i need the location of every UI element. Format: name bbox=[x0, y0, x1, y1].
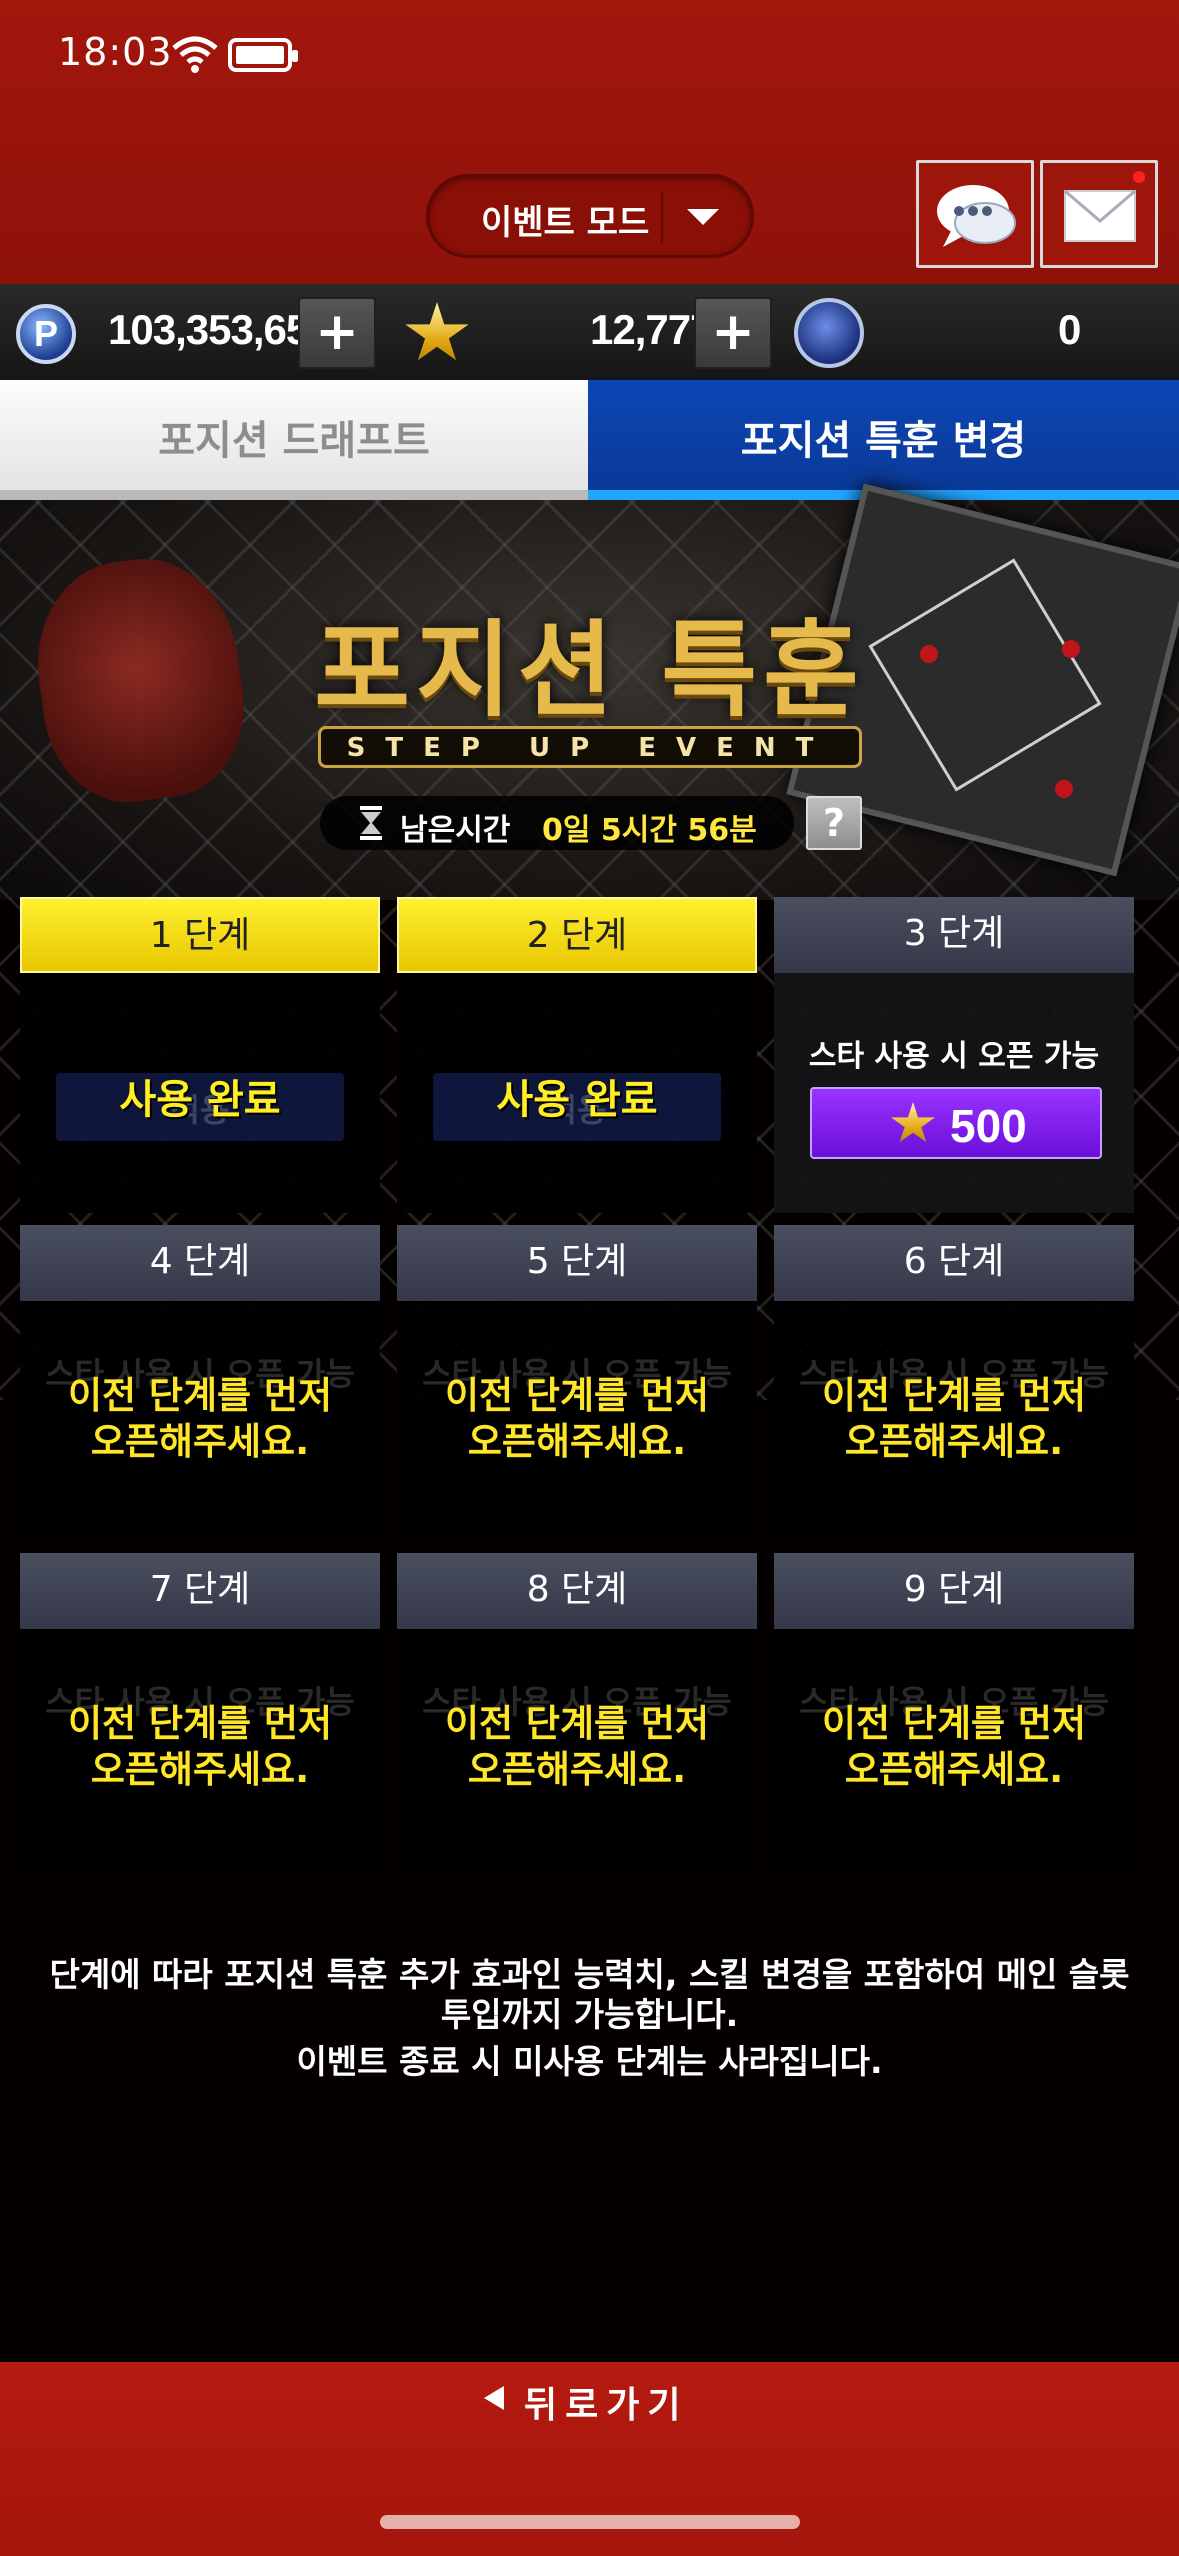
tab-label: 포지션 드래프트 bbox=[158, 418, 430, 464]
mode-divider bbox=[661, 191, 663, 243]
wifi-icon bbox=[172, 36, 218, 73]
step-label: 3 단계 bbox=[774, 897, 1134, 973]
star-icon bbox=[890, 1102, 936, 1143]
step-card-3: 3 단계 스타 사용 시 오픈 가능 500 bbox=[774, 897, 1134, 1213]
notification-dot bbox=[1133, 171, 1145, 183]
back-button[interactable]: 뒤로가기 bbox=[484, 2372, 694, 2428]
step-card-8: 8 단계 스타 사용 시 오픈 가능 이전 단계를 먼저 오픈해주세요. bbox=[397, 1553, 757, 1869]
event-title: 포지션 특훈 bbox=[314, 609, 865, 731]
board-marker bbox=[1055, 780, 1073, 798]
step-label: 5 단계 bbox=[397, 1225, 757, 1301]
chevron-down-icon[interactable] bbox=[687, 209, 719, 225]
step-card-5: 5 단계 스타 사용 시 오픈 가능 이전 단계를 먼저 오픈해주세요. bbox=[397, 1225, 757, 1541]
chat-bubble-icon bbox=[937, 185, 1016, 247]
battery-icon bbox=[228, 38, 298, 72]
tab-label: 포지션 특훈 변경 bbox=[740, 418, 1027, 464]
locked-message: 이전 단계를 먼저 오픈해주세요. bbox=[444, 1702, 710, 1791]
step-label: 6 단계 bbox=[774, 1225, 1134, 1301]
team-token-balance: 0 bbox=[1058, 306, 1081, 353]
step-label: 7 단계 bbox=[20, 1553, 380, 1629]
event-subtitle: STEP UP EVENT bbox=[346, 733, 834, 763]
locked-message: 이전 단계를 먼저 오픈해주세요. bbox=[821, 1702, 1087, 1791]
envelope-icon bbox=[1064, 189, 1136, 242]
description-text: 단계에 따라 포지션 특훈 추가 효과인 능력치, 스킬 변경을 포함하여 메인… bbox=[49, 1955, 1130, 2034]
star-cost: 500 bbox=[950, 1100, 1027, 1152]
hourglass-icon bbox=[360, 806, 382, 840]
open-with-stars-button[interactable]: 500 bbox=[810, 1087, 1102, 1159]
chat-button[interactable] bbox=[916, 160, 1034, 268]
team-token-icon bbox=[794, 298, 864, 368]
remaining-time-box: 남은시간 0일 5시간 56분 bbox=[320, 796, 794, 850]
remaining-time-value: 0일 5시간 56분 bbox=[542, 813, 757, 848]
locked-message: 이전 단계를 먼저 오픈해주세요. bbox=[444, 1374, 710, 1463]
locked-message: 이전 단계를 먼저 오픈해주세요. bbox=[67, 1702, 333, 1791]
step-card-6: 6 단계 스타 사용 시 오픈 가능 이전 단계를 먼저 오픈해주세요. bbox=[774, 1225, 1134, 1541]
add-stars-button[interactable]: + bbox=[694, 297, 772, 369]
step-label: 4 단계 bbox=[20, 1225, 380, 1301]
step-status: 사용 완료 bbox=[119, 1077, 281, 1123]
tab-position-training-change[interactable]: 포지션 특훈 변경 bbox=[588, 380, 1179, 500]
points-coin-icon: P bbox=[16, 304, 76, 364]
step-label: 1 단계 bbox=[20, 897, 380, 973]
mail-button[interactable] bbox=[1040, 160, 1158, 268]
home-indicator[interactable] bbox=[380, 2515, 800, 2529]
step-card-9: 9 단계 스타 사용 시 오픈 가능 이전 단계를 먼저 오픈해주세요. bbox=[774, 1553, 1134, 1869]
step-label: 9 단계 bbox=[774, 1553, 1134, 1629]
step-card-1: 1 단계 적용 사용 완료 bbox=[20, 897, 380, 1213]
tab-position-draft[interactable]: 포지션 드래프트 bbox=[0, 380, 588, 500]
step-card-7: 7 단계 스타 사용 시 오픈 가능 이전 단계를 먼저 오픈해주세요. bbox=[20, 1553, 380, 1869]
step-status: 사용 완료 bbox=[496, 1077, 658, 1123]
locked-message: 이전 단계를 먼저 오픈해주세요. bbox=[67, 1374, 333, 1463]
remaining-time-label: 남은시간 bbox=[400, 813, 511, 848]
step-label: 8 단계 bbox=[397, 1553, 757, 1629]
open-condition-text: 스타 사용 시 오픈 가능 bbox=[808, 1039, 1100, 1074]
help-button[interactable]: ? bbox=[806, 796, 862, 850]
description-note: 이벤트 종료 시 미사용 단계는 사라집니다. bbox=[296, 2042, 883, 2081]
locked-message: 이전 단계를 먼저 오픈해주세요. bbox=[821, 1374, 1087, 1463]
back-arrow-icon bbox=[484, 2386, 504, 2410]
back-label: 뒤로가기 bbox=[524, 2385, 689, 2426]
mode-label: 이벤트 모드 bbox=[481, 203, 650, 243]
event-subtitle-box: STEP UP EVENT bbox=[318, 726, 862, 768]
mode-dropdown[interactable]: 이벤트 모드 bbox=[426, 174, 754, 258]
step-card-4: 4 단계 스타 사용 시 오픈 가능 이전 단계를 먼저 오픈해주세요. bbox=[20, 1225, 380, 1541]
step-card-2: 2 단계 적용 사용 완료 bbox=[397, 897, 757, 1213]
step-label: 2 단계 bbox=[397, 897, 757, 973]
status-time: 18:03 bbox=[58, 30, 173, 74]
add-points-button[interactable]: + bbox=[298, 297, 376, 369]
